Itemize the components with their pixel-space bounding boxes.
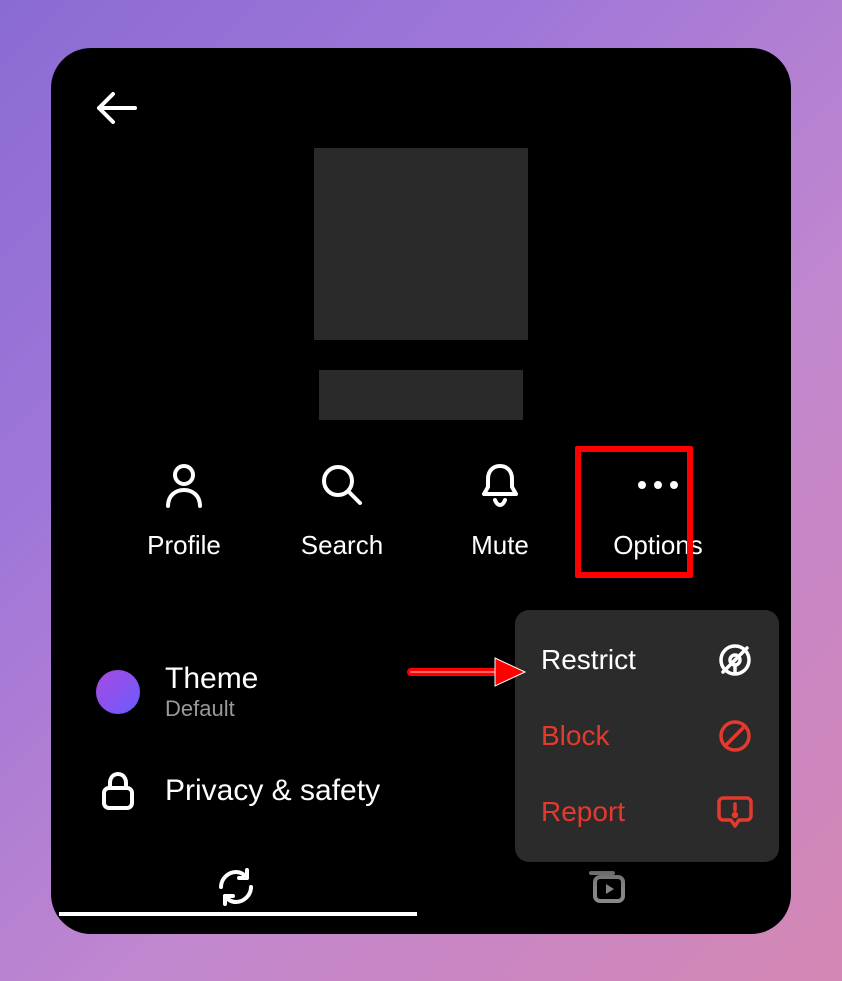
mute-button[interactable]: Mute (450, 462, 550, 561)
back-button[interactable] (93, 90, 137, 131)
actions-row: Profile Search Mute (51, 462, 791, 561)
report-label: Report (541, 796, 625, 828)
restrict-label: Restrict (541, 644, 636, 676)
report-icon (717, 794, 753, 830)
options-popup: Restrict Block Report (515, 610, 779, 862)
search-label: Search (301, 530, 383, 561)
profile-button[interactable]: Profile (134, 462, 234, 561)
tab-refresh[interactable] (51, 868, 421, 906)
more-icon (636, 462, 680, 508)
options-button[interactable]: Options (608, 462, 708, 561)
refresh-icon (217, 868, 255, 906)
theme-sub: Default (165, 696, 258, 722)
media-icon (585, 869, 627, 905)
restrict-icon (717, 642, 753, 678)
block-label: Block (541, 720, 609, 752)
name-placeholder (319, 370, 523, 420)
options-label: Options (613, 530, 703, 561)
theme-icon (95, 669, 141, 715)
app-screen: Profile Search Mute (51, 48, 791, 934)
lock-icon (95, 768, 141, 814)
bottom-tabs (51, 852, 791, 922)
theme-title: Theme (165, 662, 258, 696)
search-button[interactable]: Search (292, 462, 392, 561)
tab-indicator (59, 912, 417, 916)
search-icon (320, 462, 364, 508)
profile-label: Profile (147, 530, 221, 561)
profile-icon (163, 462, 205, 508)
block-icon (717, 718, 753, 754)
block-item[interactable]: Block (515, 698, 779, 774)
privacy-title: Privacy & safety (165, 774, 380, 808)
bell-icon (480, 462, 520, 508)
tab-media[interactable] (421, 869, 791, 905)
report-item[interactable]: Report (515, 774, 779, 850)
avatar-placeholder (314, 148, 528, 340)
restrict-item[interactable]: Restrict (515, 622, 779, 698)
back-arrow-icon (93, 90, 137, 126)
mute-label: Mute (471, 530, 529, 561)
